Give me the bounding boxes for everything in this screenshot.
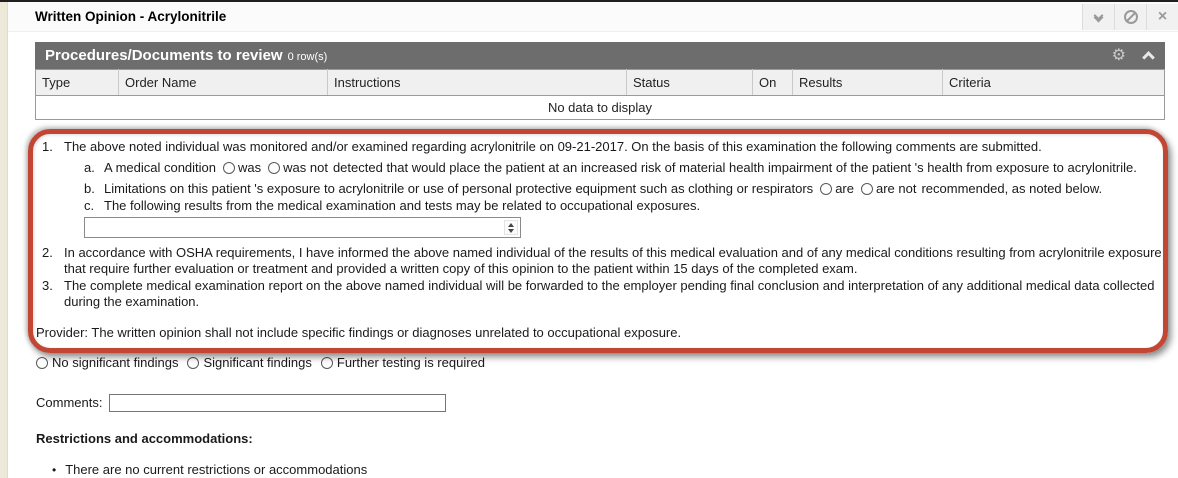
bullet-icon: • xyxy=(52,463,56,477)
empty-message: No data to display xyxy=(36,96,1165,120)
collapse-window-button[interactable] xyxy=(1082,4,1114,30)
procedures-panel: Procedures/Documents to review 0 row(s) … xyxy=(35,42,1165,120)
radio-no-significant-findings[interactable] xyxy=(36,357,48,369)
item-1b-text-before: Limitations on this patient 's exposure … xyxy=(104,181,813,196)
comments-input[interactable] xyxy=(109,394,446,412)
collapse-panel-chevron-up-icon[interactable] xyxy=(1142,51,1155,64)
radio-significant-findings[interactable] xyxy=(187,357,199,369)
column-header-results[interactable]: Results xyxy=(793,70,943,96)
radio-was-label[interactable]: was xyxy=(238,160,261,175)
radio-are-not-label[interactable]: are not xyxy=(876,181,916,196)
prohibit-icon xyxy=(1124,10,1138,24)
panel-title: Procedures/Documents to review xyxy=(45,47,283,64)
column-header-instructions[interactable]: Instructions xyxy=(328,70,627,96)
procedures-panel-header: Procedures/Documents to review 0 row(s) … xyxy=(35,42,1165,69)
significant-findings-label[interactable]: Significant findings xyxy=(203,355,311,371)
column-header-on[interactable]: On xyxy=(753,70,793,96)
radio-was[interactable] xyxy=(223,162,235,174)
radio-further-testing[interactable] xyxy=(321,357,333,369)
radio-are-label[interactable]: are xyxy=(835,181,854,196)
close-icon: × xyxy=(1158,9,1167,25)
item-number: 2. xyxy=(42,245,64,277)
restriction-item-text: There are no current restrictions or acc… xyxy=(65,462,367,477)
item-2-text: In accordance with OSHA requirements, I … xyxy=(64,245,1162,277)
no-significant-findings-label[interactable]: No significant findings xyxy=(52,355,178,371)
sub-item-letter: b. xyxy=(84,181,104,197)
radio-are-not[interactable] xyxy=(861,183,873,195)
left-margin-strip xyxy=(0,2,8,478)
double-chevron-down-icon xyxy=(1095,12,1102,21)
opinion-item-1c: c. The following results from the medica… xyxy=(84,198,1162,214)
column-header-status[interactable]: Status xyxy=(627,70,753,96)
item-1-text: The above noted individual was monitored… xyxy=(64,139,1042,154)
item-1a-text-before: A medical condition xyxy=(104,160,216,175)
opinion-item-1: 1. The above noted individual was monito… xyxy=(42,139,1162,243)
sub-item-letter: c. xyxy=(84,198,104,214)
row-count-badge: 0 row(s) xyxy=(288,51,328,63)
column-header-criteria[interactable]: Criteria xyxy=(943,70,1165,96)
spinner-control[interactable] xyxy=(504,220,518,235)
further-testing-label[interactable]: Further testing is required xyxy=(337,355,485,371)
window-titlebar: Written Opinion - Acrylonitrile × xyxy=(8,2,1178,32)
findings-radio-group: No significant findings Significant find… xyxy=(36,355,1162,371)
comments-label: Comments: xyxy=(36,395,102,411)
comments-row: Comments: xyxy=(36,394,1162,412)
window-controls: × xyxy=(1082,4,1178,30)
column-header-type[interactable]: Type xyxy=(36,70,119,96)
opinion-item-1a: a. A medical condition was was not detected… xyxy=(84,160,1162,176)
item-1b-text-after: recommended, as noted below. xyxy=(921,181,1102,196)
spinner-up-icon[interactable] xyxy=(508,223,514,227)
radio-was-not[interactable] xyxy=(268,162,280,174)
item-3-text: The complete medical examination report … xyxy=(64,278,1162,310)
opinion-item-2: 2. In accordance with OSHA requirements,… xyxy=(42,245,1162,277)
restrictions-heading: Restrictions and accommodations: xyxy=(36,431,1162,447)
exam-results-input[interactable] xyxy=(84,217,521,238)
spinner-down-icon[interactable] xyxy=(508,229,514,233)
gear-icon[interactable]: ⚙ xyxy=(1112,48,1126,64)
item-1a-text-after: detected that would place the patient at… xyxy=(333,160,1137,175)
table-header-row: Type Order Name Instructions Status On R… xyxy=(36,70,1165,96)
disable-window-button[interactable] xyxy=(1114,4,1146,30)
sub-item-letter: a. xyxy=(84,160,104,176)
close-window-button[interactable]: × xyxy=(1146,4,1178,30)
item-number: 1. xyxy=(42,139,64,243)
column-header-order-name[interactable]: Order Name xyxy=(119,70,328,96)
provider-note: Provider: The written opinion shall not … xyxy=(36,325,1162,341)
radio-was-not-label[interactable]: was not xyxy=(283,160,328,175)
opinion-item-1b: b. Limitations on this patient 's exposu… xyxy=(84,181,1162,197)
written-opinion-form: 1. The above noted individual was monito… xyxy=(8,120,1178,478)
procedures-table: Type Order Name Instructions Status On R… xyxy=(35,69,1165,120)
item-1c-text: The following results from the medical e… xyxy=(104,198,700,213)
restrictions-list-item: • There are no current restrictions or ac… xyxy=(52,462,1162,478)
table-empty-row: No data to display xyxy=(36,96,1165,120)
item-number: 3. xyxy=(42,278,64,310)
opinion-item-3: 3. The complete medical examination repo… xyxy=(42,278,1162,310)
radio-are[interactable] xyxy=(820,183,832,195)
page-title: Written Opinion - Acrylonitrile xyxy=(35,9,226,24)
